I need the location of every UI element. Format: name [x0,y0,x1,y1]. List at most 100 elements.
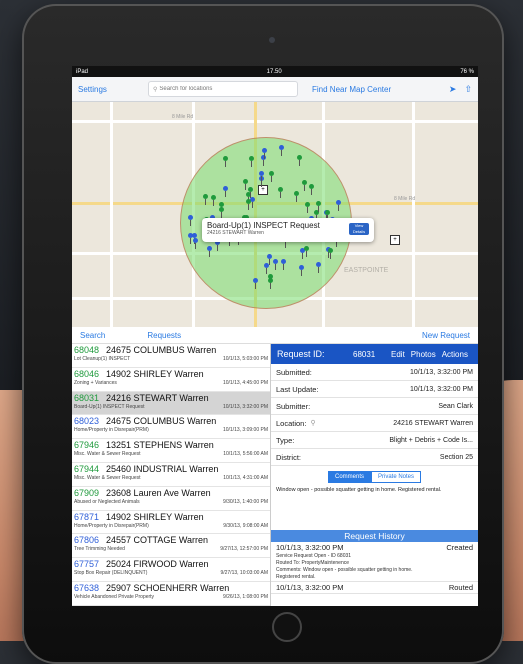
request-type: Tree Trimming Needed [74,546,125,553]
field-value: Sean Clark [438,402,473,410]
list-item[interactable]: 67946 13251 STEPHENS Warren Misc. Water & … [72,439,270,463]
request-address: 23608 Lauren Ave Warren [106,487,211,498]
request-date: 10/1/13, 5:56:00 AM [223,451,268,458]
map-pin[interactable] [218,206,224,218]
location-arrow-icon[interactable]: ➤ [449,84,457,95]
camera [269,37,275,43]
list-item-title: 68048 24675 COLUMBUS Warren [74,345,268,355]
map-view[interactable]: 8 Mile Rd 8 Mile Rd EASTPOINTE + + Board… [72,102,478,327]
map-pin[interactable] [316,200,322,212]
map-pin[interactable] [304,202,310,214]
map-pin[interactable] [293,190,299,202]
list-item[interactable]: 68048 24675 COLUMBUS Warren Lot Cleanup(1)… [72,344,270,368]
status-bar: iPad 17.50 76 % [72,66,478,77]
request-detail: Request ID: 68031 Edit Photos Actions Su… [271,344,478,606]
new-request-button[interactable]: New Request [422,331,470,340]
share-icon[interactable]: ⇧ [464,84,472,95]
edit-button[interactable]: Edit [391,350,405,359]
request-id: 67871 [74,511,100,522]
map-pin[interactable] [296,154,302,166]
history-item: 10/1/13, 3:32:00 PM Routed [271,582,478,594]
request-type: Misc. Water & Sewer Request [74,451,141,458]
bottom-tab-bar: Search Requests New Request [72,327,478,344]
search-icon: ⚲ [310,420,316,427]
map-pin[interactable] [280,258,286,270]
list-item-meta: Tree Trimming Needed 9/27/13, 12:57:00 PM [74,546,268,552]
map-pin[interactable] [222,185,228,197]
list-item-title: 67944 25460 INDUSTRIAL Warren [74,464,268,474]
map-callout[interactable]: Board-Up(1) INSPECT Request 24216 STEWAR… [202,218,374,242]
map-pin[interactable] [268,170,274,182]
map-pin[interactable] [187,232,193,244]
request-address: 24216 STEWART Warren [106,392,209,403]
segment-private-notes[interactable]: Private Notes [371,471,422,483]
map-pin[interactable] [277,187,283,199]
map-pin[interactable] [250,196,256,208]
find-near-map-center-button[interactable]: Find Near Map Center [312,85,441,94]
history-status: Created [446,543,473,552]
search-box[interactable]: ⚲ [148,81,298,97]
request-address: 14902 SHIRLEY Warren [106,511,204,522]
detail-row: Type: Blight + Debris + Code Is... [271,432,478,449]
map-pin[interactable] [247,186,253,198]
list-item-title: 68031 24216 STEWART Warren [74,393,268,403]
list-item-meta: Misc. Water & Sewer Request 10/1/13, 4:31… [74,475,268,481]
view-details-button[interactable]: View Details [349,223,369,235]
request-type: Lot Cleanup(1) INSPECT [74,356,131,362]
map-pin[interactable] [315,262,321,274]
request-id: 67638 [74,582,100,593]
detail-row: Submitted: 10/1/13, 3:32:00 PM [271,364,478,381]
request-date: 9/27/13, 10:03:00 AM [220,570,268,577]
detail-row: Submitter: Sean Clark [271,398,478,415]
list-item-title: 68046 14902 SHIRLEY Warren [74,369,268,379]
field-value: 24216 STEWART Warren [393,419,473,427]
search-input[interactable] [157,85,282,93]
segment-comments[interactable]: Comments [327,471,371,483]
request-date: 10/1/13, 5:03:00 PM [222,356,268,362]
list-item[interactable]: 67806 24557 COTTAGE Warren Tree Trimming N… [72,534,270,559]
photos-button[interactable]: Photos [411,350,436,359]
request-type: Home/Property in Disrepair(PRM) [74,427,149,434]
list-item[interactable]: 68023 24675 COLUMBUS Warren Home/Property … [72,415,270,440]
list-item-meta: Vehicle Abandoned Private Property 9/26/1… [74,594,268,600]
list-item-title: 67806 24557 COTTAGE Warren [74,535,268,545]
request-id: 67944 [74,463,100,474]
list-item[interactable]: 68046 14902 SHIRLEY Warren Zoning + Varian… [72,368,270,392]
map-pin[interactable] [267,277,273,289]
list-item[interactable]: 67871 14902 SHIRLEY Warren Home/Property i… [72,511,270,535]
callout-subtitle: 24216 STEWART Warren [207,230,264,236]
request-list[interactable]: 68048 24675 COLUMBUS Warren Lot Cleanup(1)… [72,344,271,606]
map-pin[interactable] [335,199,341,211]
field-label: District: [276,452,301,462]
history-date: 10/1/13, 3:32:00 PM [276,583,344,592]
request-date: 9/30/13, 1:40:00 PM [222,498,268,505]
street-label: 8 Mile Rd [172,114,194,120]
request-id: 67757 [74,559,100,570]
list-item[interactable]: 67638 25907 SCHOENHERR Warren Vehicle Aban… [72,582,270,606]
list-item[interactable]: 67909 23608 Lauren Ave Warren Abused or Ne… [72,487,270,511]
request-id: 68031 [74,392,100,403]
settings-button[interactable]: Settings [78,85,148,94]
crosshair-icon: + [390,235,400,245]
field-value: Section 25 [439,453,473,461]
field-label: Submitter: [276,401,311,411]
actions-button[interactable]: Actions [442,350,468,359]
list-item-meta: Board-Up(1) INSPECT Request 10/1/13, 3:32… [74,404,268,410]
tab-requests[interactable]: Requests [147,331,181,340]
map-pin[interactable] [245,198,251,210]
map-pin[interactable] [202,193,208,205]
tab-search[interactable]: Search [80,331,105,340]
request-date: 10/1/13, 4:45:00 PM [222,379,268,386]
list-item[interactable]: 68031 24216 STEWART Warren Board-Up(1) INS… [72,391,270,416]
map-pin[interactable] [219,201,225,213]
home-button[interactable] [272,612,302,642]
request-type: Vehicle Abandoned Private Property [74,593,155,600]
request-type: Misc. Water & Sewer Request [74,474,141,481]
map-pin[interactable] [187,214,193,226]
request-date: 10/1/13, 3:09:00 PM [222,427,268,434]
list-item[interactable]: 67757 25024 FIRWOOD Warren Stop Box Repair… [72,558,270,582]
map-pin[interactable] [258,171,264,183]
map-pin[interactable] [242,179,248,191]
list-item[interactable]: 67944 25460 INDUSTRIAL Warren Misc. Water … [72,463,270,487]
map-pin[interactable] [223,155,229,167]
